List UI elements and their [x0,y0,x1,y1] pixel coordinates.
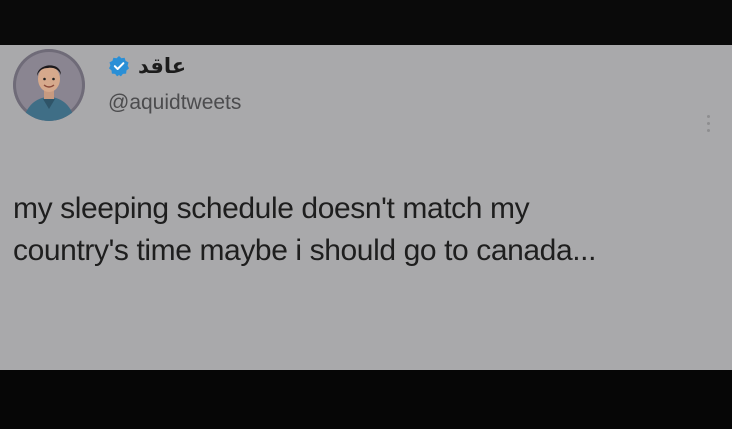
author-handle[interactable]: @aquidtweets [108,90,241,116]
more-dot [706,121,710,125]
tweet-text-line: my sleeping schedule doesn't match my [13,192,530,225]
tweet-text: my sleeping schedule doesn't match my co… [13,188,718,272]
author-name-row: عاقد [108,52,186,80]
tweet-text-line: country's time maybe i should go to cana… [13,234,597,267]
more-options-icon[interactable] [700,108,716,138]
verified-badge-icon [109,56,129,77]
author-display-name[interactable]: عاقد [138,52,186,80]
profile-photo-icon [13,49,85,121]
top-black-bar [0,0,732,45]
more-dot [706,114,710,118]
avatar[interactable] [13,49,85,121]
more-dot [706,128,710,132]
bottom-black-bar [0,370,732,429]
screenshot-frame: عاقد @aquidtweets my sleeping schedule d… [0,0,732,429]
